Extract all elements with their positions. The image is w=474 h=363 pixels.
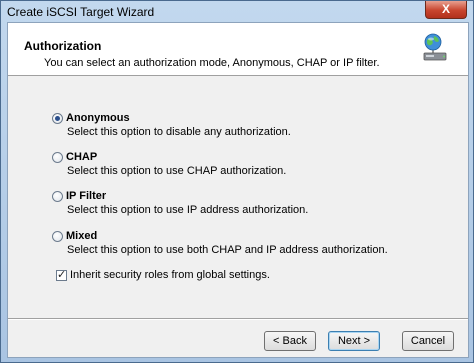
footer-divider <box>8 318 468 320</box>
mixed-radio[interactable] <box>52 231 63 242</box>
option-description: Select this option to use IP address aut… <box>67 204 309 216</box>
close-button[interactable]: X <box>425 1 467 19</box>
next-button[interactable]: Next > <box>328 331 380 351</box>
option-label: Anonymous <box>66 112 130 124</box>
title-bar[interactable]: Create iSCSI Target Wizard X <box>1 1 473 21</box>
wizard-header: Authorization You can select an authoriz… <box>8 23 468 76</box>
wizard-window: Create iSCSI Target Wizard X Authorizati… <box>0 0 474 363</box>
anonymous-radio[interactable] <box>52 113 63 124</box>
page-subtitle: You can select an authorization mode, An… <box>44 57 380 69</box>
ip-filter-radio[interactable] <box>52 191 63 202</box>
inherit-roles-label: Inherit security roles from global setti… <box>70 269 270 281</box>
network-globe-icon <box>423 33 447 61</box>
back-button[interactable]: < Back <box>264 331 316 351</box>
chap-radio[interactable] <box>52 152 63 163</box>
option-description: Select this option to disable any author… <box>67 126 291 138</box>
inherit-roles-checkbox[interactable] <box>56 268 67 281</box>
option-label: CHAP <box>66 151 98 163</box>
option-label: Mixed <box>66 230 98 242</box>
page-title: Authorization <box>24 39 102 53</box>
option-description: Select this option to use both CHAP and … <box>67 244 388 256</box>
wizard-client-area: Authorization You can select an authoriz… <box>7 22 469 358</box>
option-description: Select this option to use CHAP authoriza… <box>67 165 287 177</box>
window-title: Create iSCSI Target Wizard <box>7 5 155 19</box>
option-label: IP Filter <box>66 190 107 202</box>
cancel-button[interactable]: Cancel <box>402 331 454 351</box>
close-icon: X <box>441 2 450 16</box>
